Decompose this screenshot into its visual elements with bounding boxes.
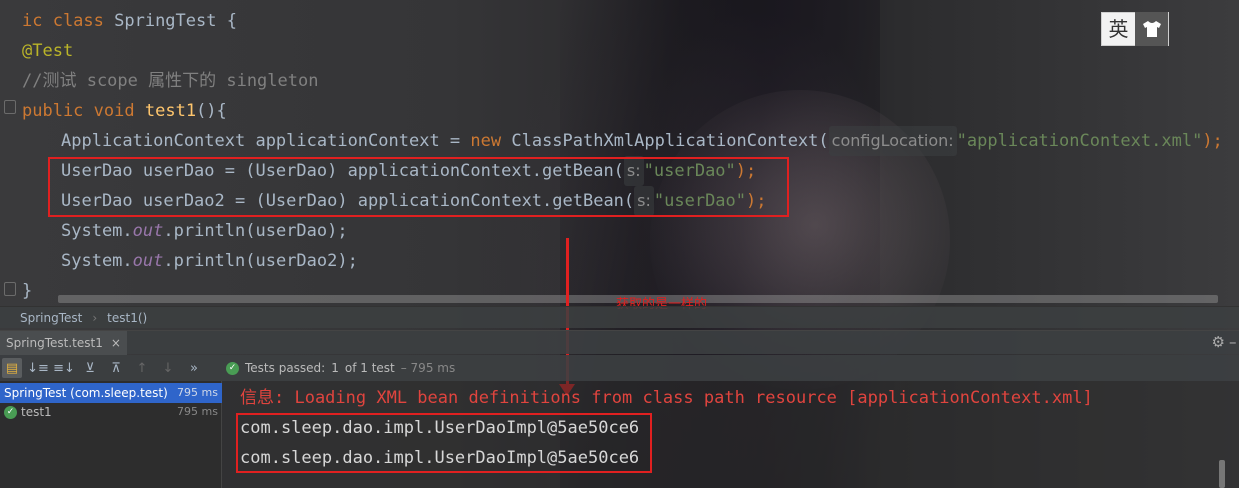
code-method-name: test1: [144, 101, 197, 121]
fold-icon[interactable]: [4, 282, 16, 296]
chevron-right-icon: ›: [92, 310, 98, 325]
code-comment: //测试 scope 属性下的 singleton: [22, 71, 319, 91]
tree-item-label: SpringTest (com.sleep.test): [4, 386, 168, 400]
database-icon[interactable]: ▤: [2, 358, 22, 378]
check-icon: ✓: [226, 361, 239, 375]
tree-item-test[interactable]: ✓ test1 795 ms: [0, 402, 222, 422]
code-keyword: public: [22, 101, 84, 121]
code-annotation: @Test: [22, 41, 74, 61]
previous-failed-icon[interactable]: ↑: [132, 358, 152, 378]
console-line: 信息: Loading XML bean definitions from cl…: [240, 388, 1093, 408]
tree-item-time: 795 ms: [177, 386, 218, 399]
code-string: "applicationContext.xml": [956, 131, 1203, 151]
breadcrumb: SpringTest › test1(): [0, 306, 1239, 328]
console-output[interactable]: 信息: Loading XML bean definitions from cl…: [222, 381, 1239, 488]
tree-item-label: test1: [21, 405, 52, 419]
run-tool-window-header: SpringTest.test1 × ⚙ –: [0, 330, 1239, 355]
code-line-5: ApplicationContext applicationContext = …: [61, 126, 1223, 156]
ime-language-label: 英: [1108, 17, 1129, 41]
test-toolbar: ▤ ↓≡ ≡↓ ⊻ ⊼ ↑ ↓ »: [0, 355, 222, 381]
breadcrumb-item[interactable]: test1(): [107, 311, 147, 325]
code-text: SpringTest {: [103, 11, 237, 31]
code-line-3: //测试 scope 属性下的 singleton: [22, 66, 318, 96]
next-failed-icon[interactable]: ↓: [158, 358, 178, 378]
code-text: }: [22, 281, 33, 301]
collapse-all-icon[interactable]: ⊼: [106, 358, 126, 378]
tree-item-time: 795 ms: [177, 405, 218, 418]
parameter-hint: configLocation:: [828, 126, 957, 156]
status-duration: – 795 ms: [400, 361, 456, 375]
code-line-9: System.out.println(userDao2);: [61, 246, 358, 276]
run-tab[interactable]: SpringTest.test1 ×: [0, 331, 127, 355]
code-text: ClassPathXmlApplicationContext(: [501, 131, 829, 151]
code-keyword: new: [470, 131, 502, 151]
check-icon: ✓: [4, 405, 17, 419]
tshirt-icon: [1135, 12, 1168, 46]
status-of: of 1 test: [344, 361, 395, 375]
tree-item-suite[interactable]: SpringTest (com.sleep.test) 795 ms: [0, 383, 222, 403]
breadcrumb-item[interactable]: SpringTest: [20, 311, 82, 325]
code-line-2: @Test: [22, 36, 73, 66]
minimize-icon[interactable]: –: [1229, 333, 1239, 351]
expand-all-icon[interactable]: ⊻: [80, 358, 100, 378]
code-editor[interactable]: ic class SpringTest { @Test //测试 scope 属…: [0, 0, 1239, 306]
sort-duration-icon[interactable]: ≡↓: [53, 358, 75, 378]
test-status-bar: ✓ Tests passed: 1 of 1 test – 795 ms: [222, 355, 1239, 381]
code-line-1: ic class SpringTest {: [22, 6, 237, 36]
code-keyword: void: [93, 101, 135, 121]
code-static-field: out: [132, 251, 164, 271]
code-line-10: }: [22, 276, 32, 306]
status-count: 1: [331, 361, 339, 375]
code-static-field: out: [132, 221, 164, 241]
code-text: System.: [61, 251, 133, 271]
code-text: .println(userDao2);: [163, 251, 358, 271]
fold-icon[interactable]: [4, 100, 16, 114]
code-text: .println(userDao);: [163, 221, 348, 241]
code-line-8: System.out.println(userDao);: [61, 216, 348, 246]
code-text: (){: [196, 101, 227, 121]
close-icon[interactable]: ×: [111, 336, 121, 350]
code-text: ApplicationContext applicationContext =: [61, 131, 471, 151]
test-tree: SpringTest (com.sleep.test) 795 ms ✓ tes…: [0, 381, 222, 488]
code-line-4: public void test1(){: [22, 96, 227, 126]
run-tab-label: SpringTest.test1: [6, 336, 103, 350]
code-text: );: [1202, 131, 1223, 151]
code-text: System.: [61, 221, 133, 241]
more-icon[interactable]: »: [184, 358, 204, 378]
status-label: Tests passed:: [245, 361, 326, 375]
ime-indicator[interactable]: 英: [1101, 12, 1169, 46]
sort-alpha-icon[interactable]: ↓≡: [27, 358, 49, 378]
highlight-box-code: [48, 157, 789, 217]
highlight-box-output: [236, 413, 652, 473]
vertical-scrollbar[interactable]: [1219, 460, 1225, 488]
gear-icon[interactable]: ⚙: [1212, 333, 1225, 351]
code-keyword: ic class: [22, 11, 104, 31]
